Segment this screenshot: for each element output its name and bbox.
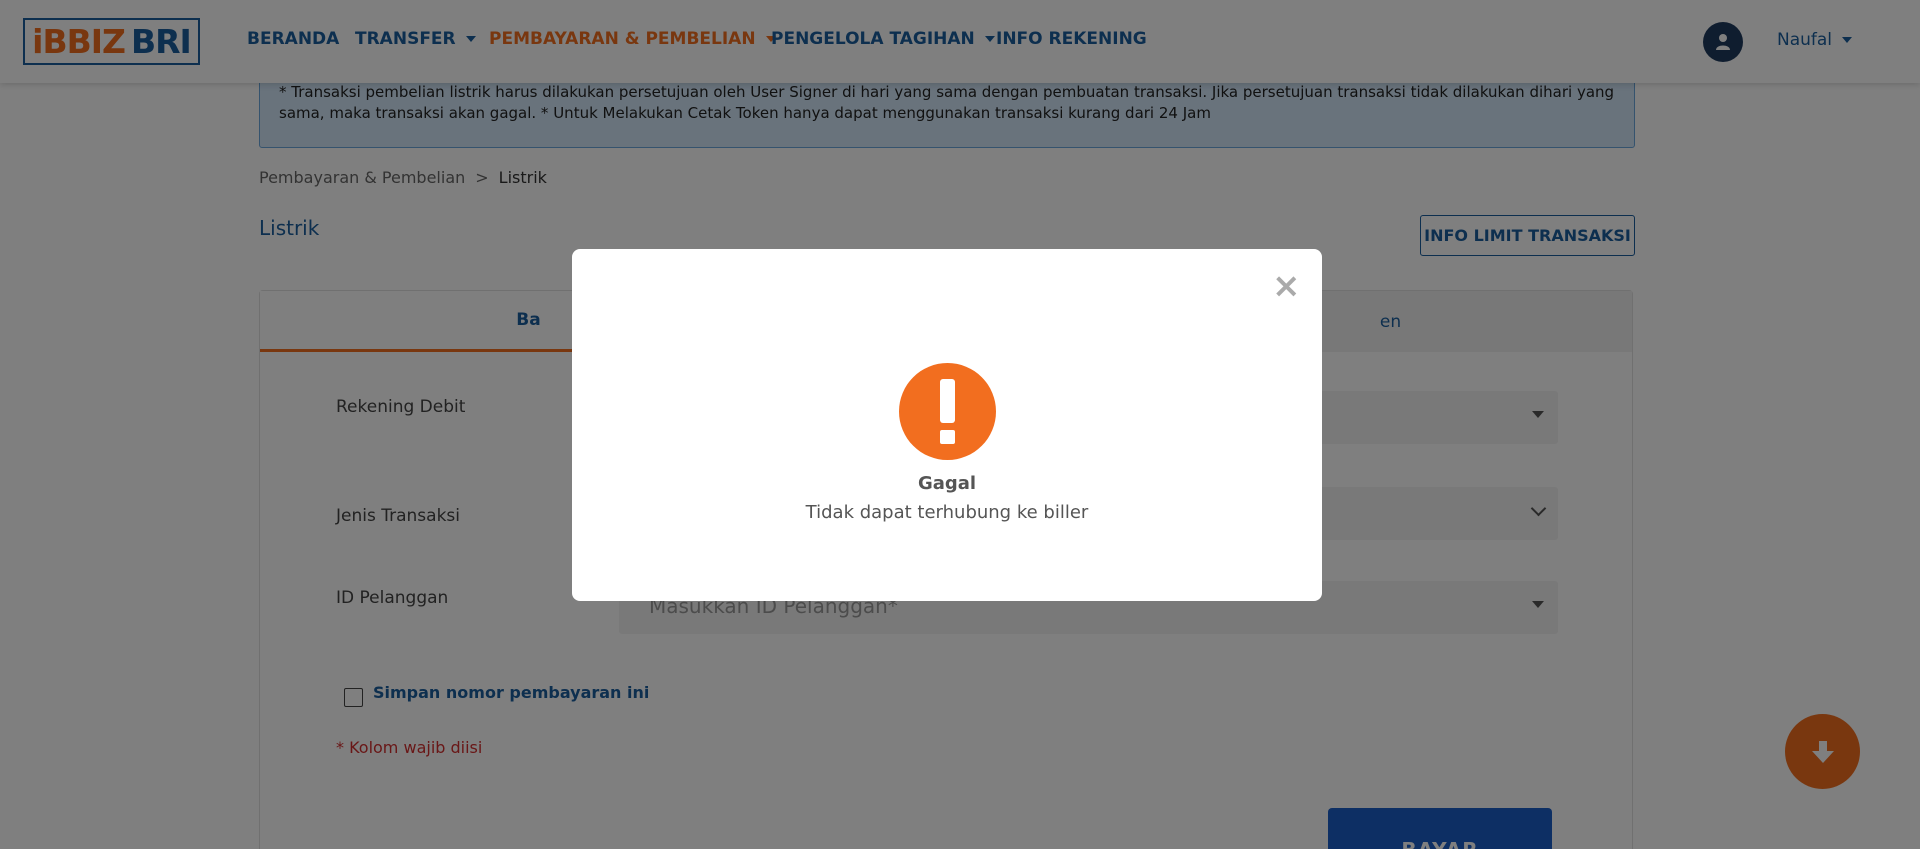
error-modal: × Gagal Tidak dapat terhubung ke biller (572, 249, 1322, 601)
close-icon[interactable]: × (1272, 269, 1301, 303)
modal-message: Tidak dapat terhubung ke biller (805, 502, 1089, 523)
modal-title: Gagal (917, 473, 977, 494)
exclamation-icon (899, 363, 996, 460)
